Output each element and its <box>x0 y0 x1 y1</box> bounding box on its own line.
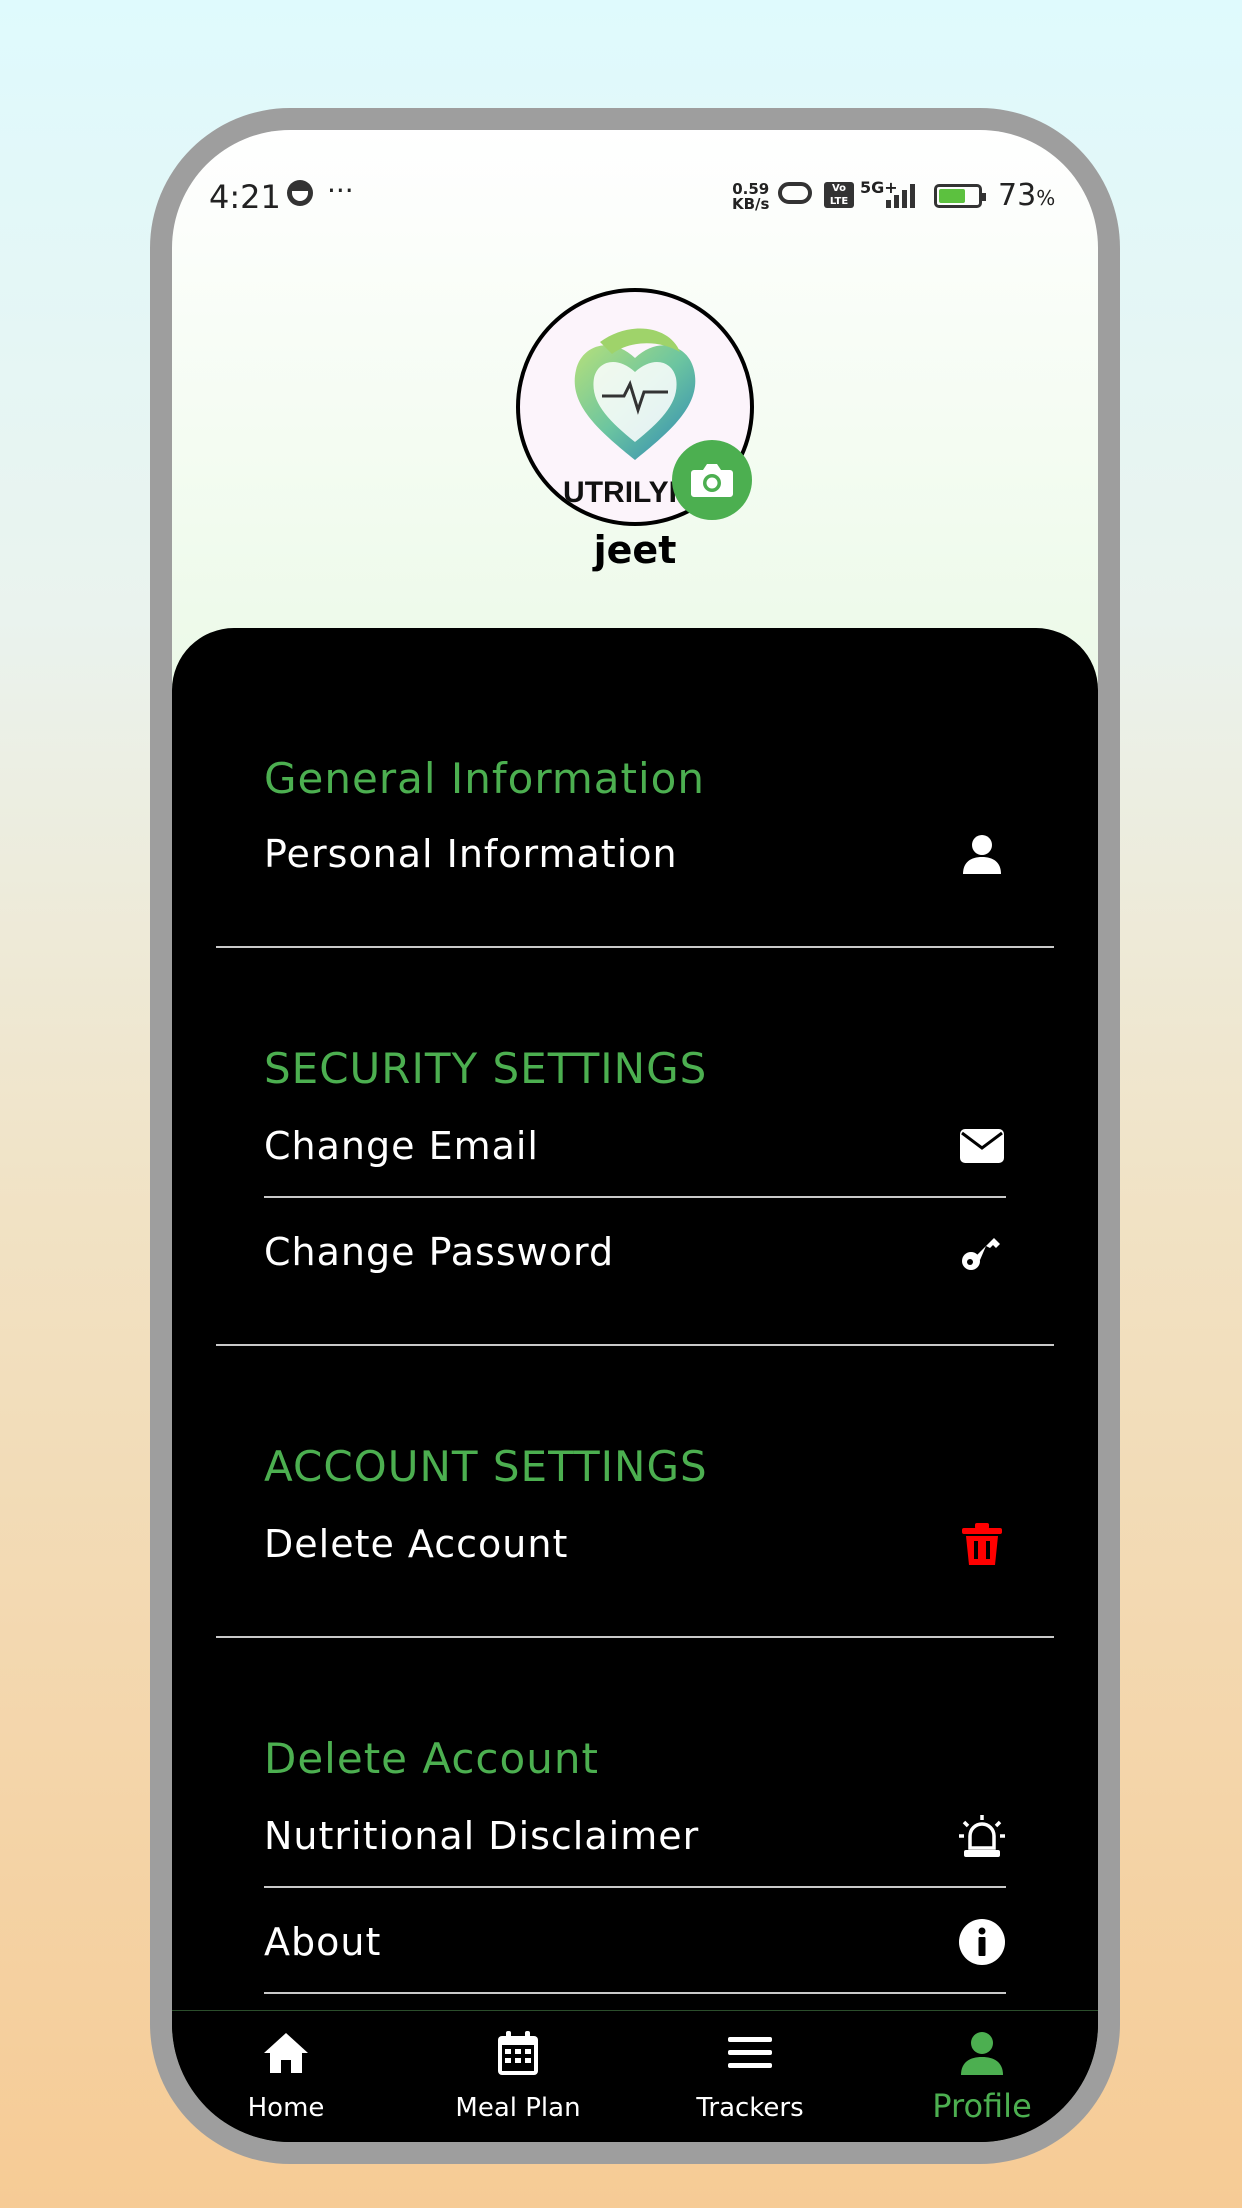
nav-meal-plan[interactable]: Meal Plan <box>418 2011 618 2142</box>
change-email-item[interactable]: Change Email <box>264 1106 1006 1186</box>
status-bar: 4:21 ··· 0.59 KB/s Vo LTE 5G+ 73% <box>172 130 1098 220</box>
change-photo-button[interactable] <box>672 440 752 520</box>
envelope-icon <box>958 1122 1006 1170</box>
volte-icon: Vo LTE <box>824 182 854 208</box>
section-title-account: ACCOUNT SETTINGS <box>264 1442 708 1491</box>
camera-icon <box>691 464 733 497</box>
more-notifications-icon: ··· <box>327 174 354 207</box>
nav-trackers[interactable]: Trackers <box>650 2011 850 2142</box>
about-item[interactable]: About <box>264 1902 1006 1982</box>
section-title-general: General Information <box>264 754 705 803</box>
home-icon <box>264 2033 308 2073</box>
signal-icon <box>884 182 920 208</box>
item-divider <box>264 1992 1006 1994</box>
phone-frame: 4:21 ··· 0.59 KB/s Vo LTE 5G+ 73% UTRILY… <box>150 108 1120 2164</box>
info-icon <box>958 1918 1006 1966</box>
section-divider <box>216 946 1054 948</box>
app-screen: 4:21 ··· 0.59 KB/s Vo LTE 5G+ 73% UTRILY… <box>172 130 1098 2142</box>
personal-information-item[interactable]: Personal Information <box>264 814 1006 894</box>
trash-icon <box>958 1520 1006 1568</box>
status-time: 4:21 <box>209 178 281 216</box>
item-divider <box>264 1886 1006 1888</box>
section-divider <box>216 1344 1054 1346</box>
item-divider <box>264 1196 1006 1198</box>
settings-panel: General Information Personal Information… <box>172 628 1098 2142</box>
section-divider <box>216 1636 1054 1638</box>
battery-percent: 73% <box>998 178 1056 213</box>
user-icon <box>961 2032 1003 2075</box>
nutritional-disclaimer-item[interactable]: Nutritional Disclaimer <box>264 1796 1006 1876</box>
username: jeet <box>593 528 677 572</box>
change-password-item[interactable]: Change Password <box>264 1212 1006 1292</box>
network-speed: 0.59 KB/s <box>732 180 770 213</box>
section-title-other: Delete Account <box>264 1734 599 1783</box>
calendar-icon <box>498 2031 538 2075</box>
nav-home[interactable]: Home <box>186 2011 386 2142</box>
menu-icon <box>728 2037 772 2068</box>
section-title-security: SECURITY SETTINGS <box>264 1044 708 1093</box>
key-icon <box>958 1228 1006 1276</box>
hotspot-link-icon <box>778 182 812 204</box>
bottom-nav: Home Meal Plan Trackers Profile <box>172 2010 1098 2142</box>
alarm-icon <box>958 1812 1006 1860</box>
user-icon <box>958 830 1006 878</box>
nav-profile[interactable]: Profile <box>882 2011 1082 2142</box>
battery-icon <box>934 184 986 208</box>
delete-account-item[interactable]: Delete Account <box>264 1504 1006 1584</box>
notification-face-icon <box>287 180 313 206</box>
